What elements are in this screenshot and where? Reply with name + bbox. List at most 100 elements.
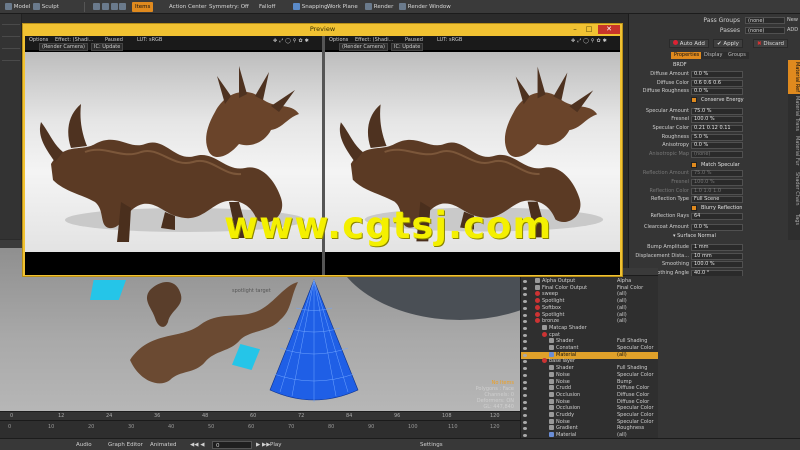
pass-groups-field[interactable]: (none) xyxy=(745,17,785,24)
minimize-icon[interactable]: – xyxy=(568,25,582,34)
visibility-eye-icon[interactable] xyxy=(523,420,527,424)
visibility-eye-icon[interactable] xyxy=(523,427,527,431)
action-center-dropdown[interactable]: Action Center xyxy=(166,2,210,12)
graph-editor-button[interactable]: Graph Editor xyxy=(108,441,143,449)
visibility-eye-icon[interactable] xyxy=(523,293,527,297)
visibility-eye-icon[interactable] xyxy=(523,434,527,438)
property-value[interactable]: 1.0 1.0 1.0 xyxy=(691,187,743,195)
ic-update-button[interactable]: IC: Update xyxy=(391,43,424,51)
visibility-eye-icon[interactable] xyxy=(523,333,527,337)
vtab-material-ref[interactable]: Material Ref xyxy=(788,60,800,94)
visibility-eye-icon[interactable] xyxy=(523,347,527,350)
frame-field[interactable]: 0 xyxy=(212,441,252,449)
transport-forward[interactable]: ▶ ▶▶ xyxy=(256,441,270,449)
visibility-eye-icon[interactable] xyxy=(523,313,527,317)
tool-slot[interactable] xyxy=(2,24,20,25)
property-value[interactable]: (none) xyxy=(691,150,743,158)
cone-primitive[interactable] xyxy=(268,278,360,406)
preview-tool-icons[interactable]: ✥⤢◯⚲✿✱ xyxy=(571,38,609,44)
tool-slot[interactable] xyxy=(2,36,20,37)
animated-dropdown[interactable]: Animated xyxy=(150,441,177,449)
tool-slot[interactable] xyxy=(2,48,20,49)
property-value[interactable]: 10 mm xyxy=(691,252,743,260)
vtab-material-fur[interactable]: Material Fur xyxy=(788,134,800,168)
visibility-eye-icon[interactable] xyxy=(523,380,527,384)
visibility-eye-icon[interactable] xyxy=(523,320,527,324)
brdf-section[interactable]: BRDF xyxy=(673,62,687,68)
ruler-mark: 12 xyxy=(58,413,65,419)
auto-add-button[interactable]: Auto Add xyxy=(669,39,709,48)
sculpt-tab[interactable]: Sculpt xyxy=(30,2,62,12)
property-checkbox[interactable] xyxy=(691,96,697,103)
preview-tool-icons[interactable]: ✥⤢◯⚲✿✱ xyxy=(273,38,311,44)
property-value[interactable]: 100.0 % xyxy=(691,261,743,269)
visibility-eye-icon[interactable] xyxy=(523,340,527,344)
vtab-shader-chain[interactable]: Shader Chain xyxy=(788,170,800,208)
visibility-eye-icon[interactable] xyxy=(523,414,527,417)
passes-field[interactable]: (none) xyxy=(745,27,785,34)
property-value[interactable]: 100.0 % xyxy=(691,179,743,186)
transport-controls[interactable]: ◀◀ ◀ xyxy=(190,441,204,449)
visibility-eye-icon[interactable] xyxy=(523,373,527,377)
camera-dropdown[interactable]: (Render Camera) xyxy=(339,43,388,51)
visibility-eye-icon[interactable] xyxy=(523,300,527,304)
discard-button[interactable]: ✖ Discard xyxy=(753,39,789,48)
property-value[interactable]: 64 xyxy=(691,213,743,221)
property-value[interactable]: 0.21 0.12 0.11 xyxy=(691,125,743,132)
work-plane-dropdown[interactable]: Work Plane xyxy=(324,2,361,12)
property-value[interactable]: 0.0 % xyxy=(691,88,743,96)
property-value[interactable]: 1 mm xyxy=(691,244,743,251)
settings-button[interactable]: Settings xyxy=(420,441,443,449)
visibility-eye-icon[interactable] xyxy=(523,360,527,364)
camera-dropdown[interactable]: (Render Camera) xyxy=(39,43,88,51)
add-pass-button[interactable]: ADD xyxy=(787,27,798,33)
model-tab[interactable]: Model xyxy=(2,2,33,12)
new-pass-button[interactable]: New xyxy=(787,17,798,23)
vtab-material-trans[interactable]: Material Trans xyxy=(788,96,800,132)
lut-dropdown[interactable]: LUT: sRGB xyxy=(137,37,162,43)
property-value[interactable]: 0.0 % xyxy=(691,142,743,150)
audio-button[interactable]: Audio xyxy=(76,441,92,449)
property-value[interactable]: 0.0 % xyxy=(691,71,743,78)
apply-button[interactable]: ✔ Apply xyxy=(713,39,743,48)
visibility-eye-icon[interactable] xyxy=(523,306,527,310)
vtab-tags[interactable]: Tags xyxy=(788,210,800,230)
property-value[interactable]: 100.0 % xyxy=(691,116,743,124)
property-value[interactable]: 0.6 0.6 0.6 xyxy=(691,79,743,87)
visibility-eye-icon[interactable] xyxy=(523,407,527,411)
render-button[interactable]: Render xyxy=(362,2,396,12)
visibility-eye-icon[interactable] xyxy=(523,353,527,357)
falloff-dropdown[interactable]: Falloff xyxy=(256,2,278,12)
ic-update-button[interactable]: IC: Update xyxy=(91,43,124,51)
property-value[interactable]: 0.0 % xyxy=(691,224,743,232)
visibility-eye-icon[interactable] xyxy=(523,280,527,283)
visibility-eye-icon[interactable] xyxy=(523,393,527,397)
play-button[interactable]: Play xyxy=(270,441,281,449)
property-value[interactable]: Full Scene xyxy=(691,196,743,204)
property-value[interactable]: 5.0 % xyxy=(691,133,743,141)
tool-slot[interactable] xyxy=(2,60,20,61)
close-button[interactable]: ✕ xyxy=(598,25,620,34)
symmetry-dropdown[interactable]: Symmetry: Off xyxy=(206,2,252,12)
property-section[interactable]: ▾ Surface Normal xyxy=(673,232,716,241)
property-checkbox[interactable] xyxy=(691,204,697,211)
lut-dropdown[interactable]: LUT: sRGB xyxy=(437,37,462,43)
select-tools[interactable] xyxy=(90,2,129,12)
visibility-eye-icon[interactable] xyxy=(523,387,527,391)
visibility-eye-icon[interactable] xyxy=(523,400,527,404)
shader-tree-row[interactable]: Material (all) xyxy=(521,432,658,438)
tab-display[interactable]: Display xyxy=(701,52,726,59)
visibility-eye-icon[interactable] xyxy=(523,286,527,290)
tab-properties[interactable]: Properties xyxy=(671,52,703,59)
visibility-eye-icon[interactable] xyxy=(523,367,527,371)
tab-groups[interactable]: Groups xyxy=(725,52,749,59)
preview-titlebar[interactable]: Preview – □ ✕ xyxy=(23,24,622,35)
property-checkbox[interactable] xyxy=(691,161,697,168)
timeline[interactable]: 0 10 20 30 40 50 60 70 80 90 100 110 120 xyxy=(0,420,520,438)
maximize-icon[interactable]: □ xyxy=(582,25,596,34)
visibility-eye-icon[interactable] xyxy=(523,326,527,330)
property-value[interactable]: 75.0 % xyxy=(691,170,743,178)
property-value[interactable]: 75.0 % xyxy=(691,107,743,115)
render-window-button[interactable]: Render Window xyxy=(396,2,454,12)
items-button[interactable]: Items xyxy=(132,2,154,12)
